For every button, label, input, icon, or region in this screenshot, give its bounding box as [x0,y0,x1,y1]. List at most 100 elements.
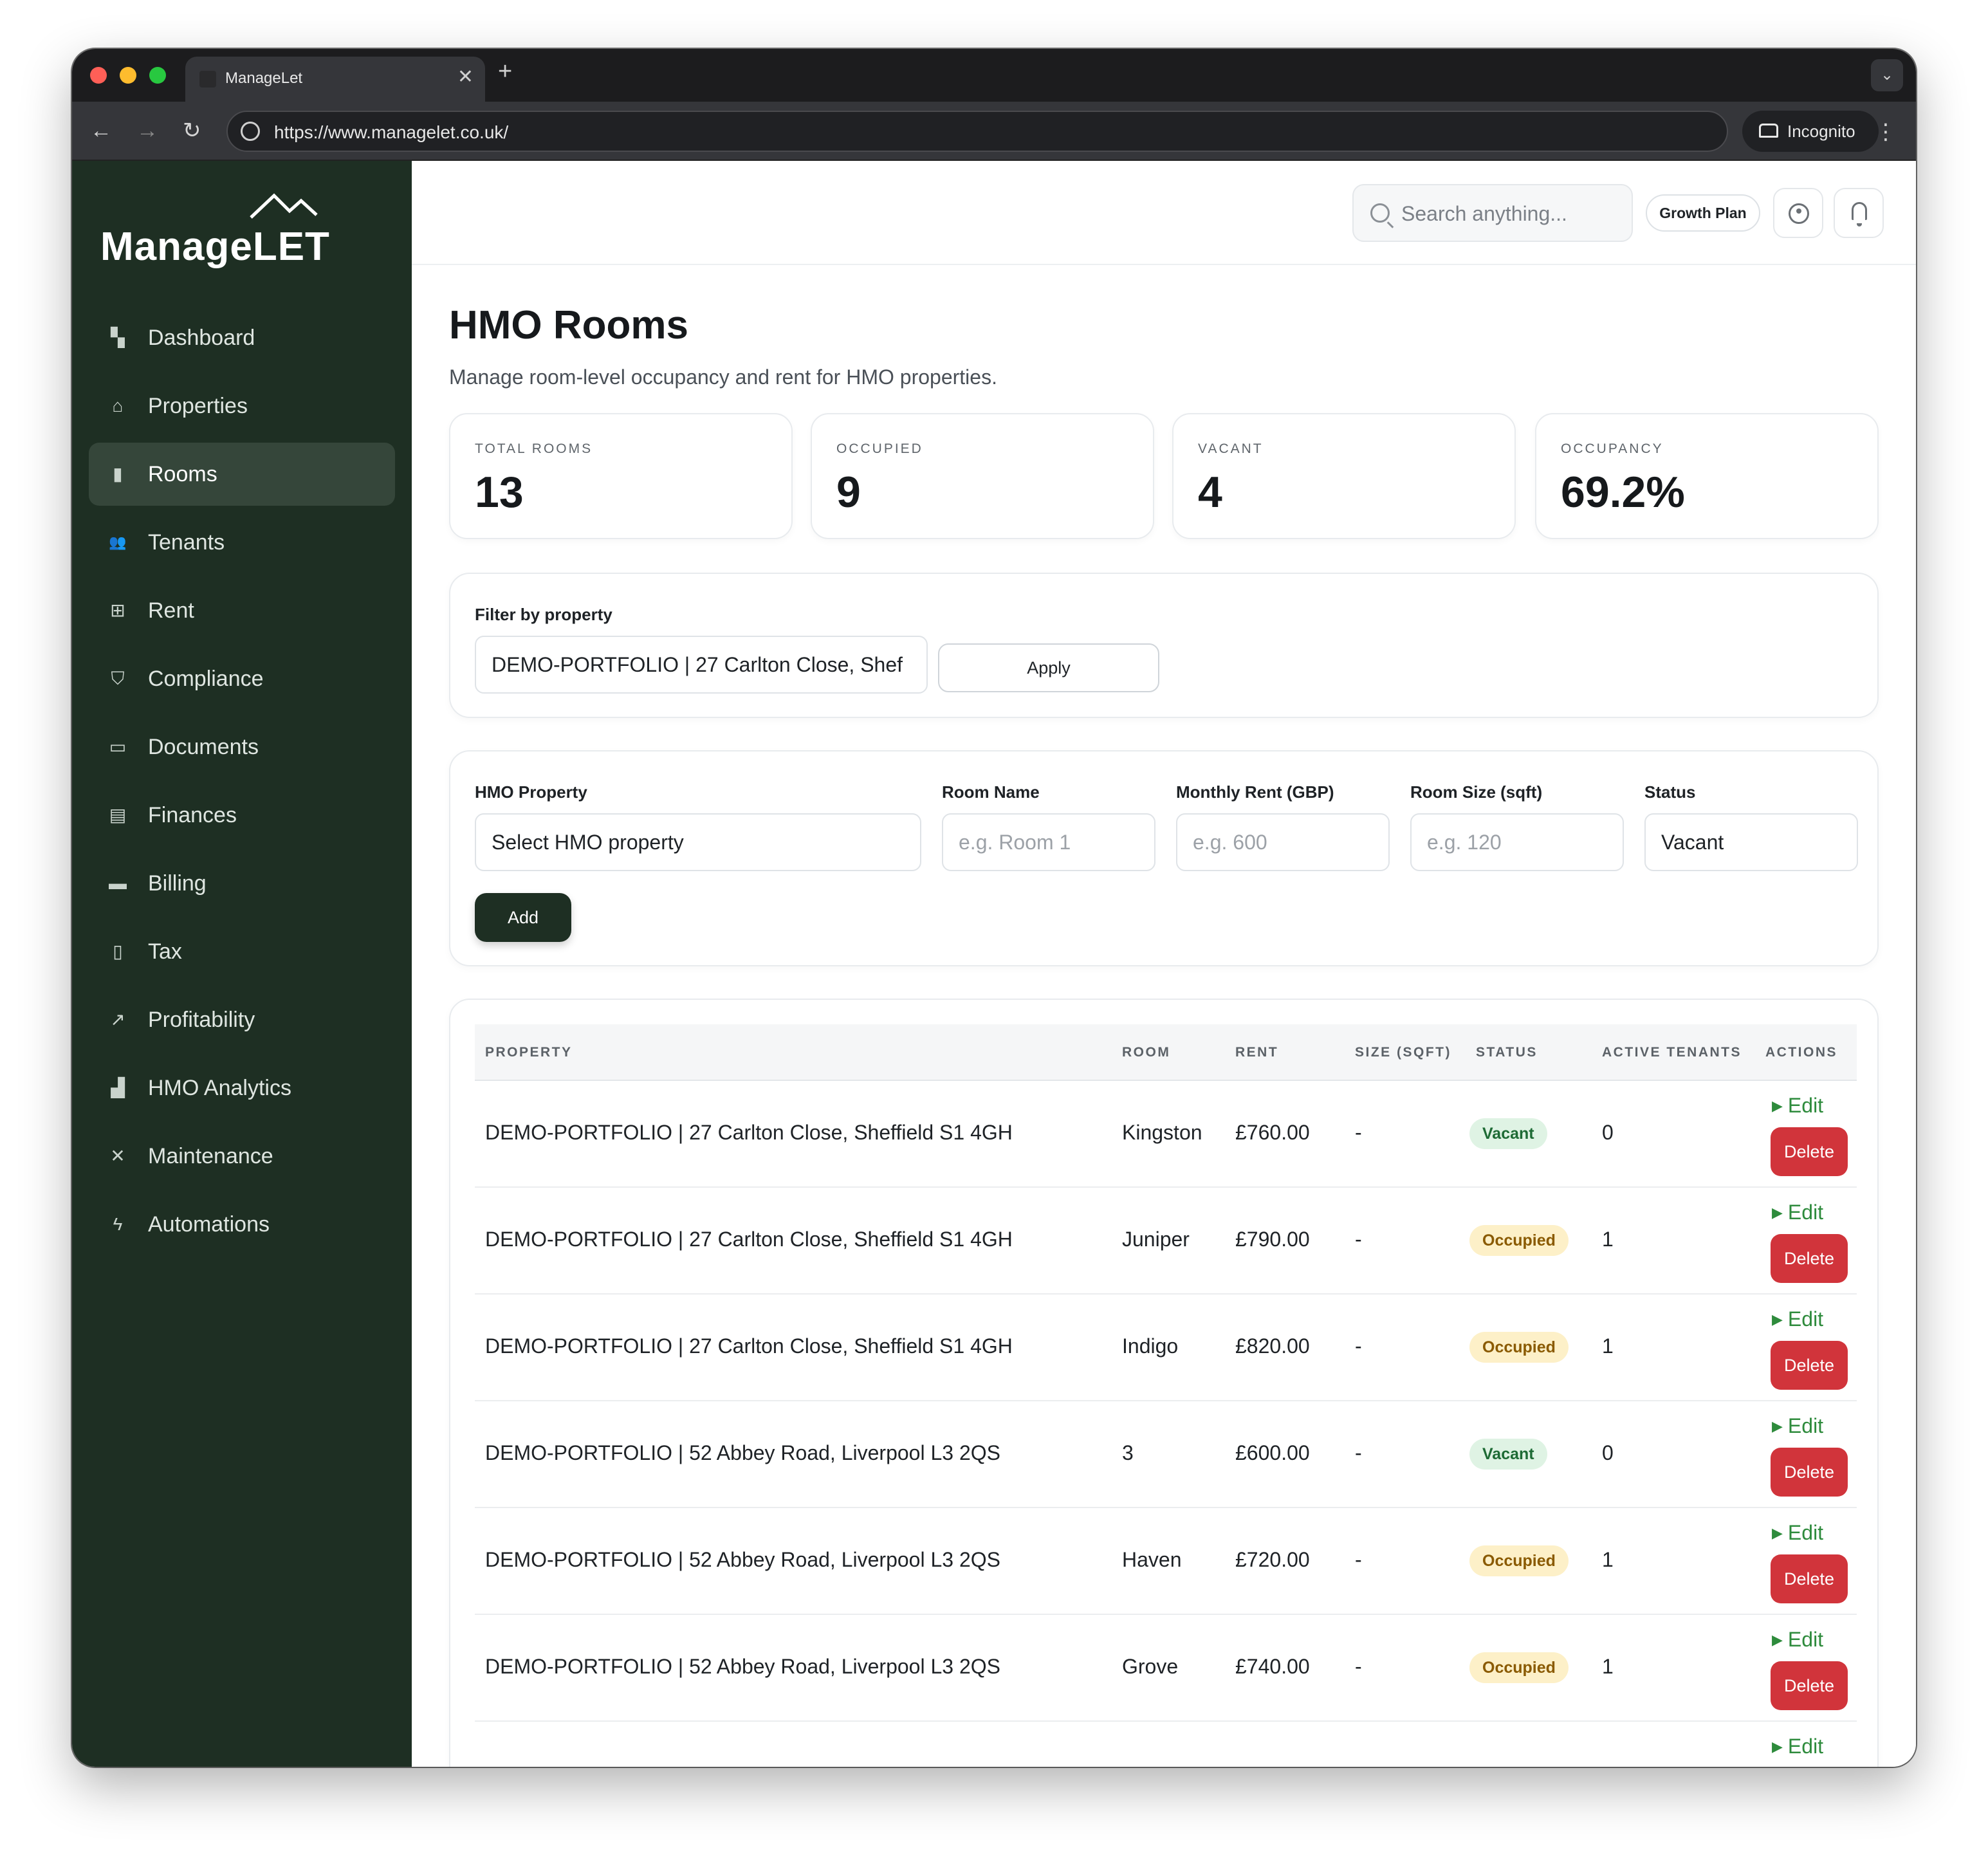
tab-close-icon[interactable]: ✕ [457,66,474,88]
cell-room: Grove [1122,1655,1179,1678]
filter-property-select[interactable]: DEMO-PORTFOLIO | 27 Carlton Close, Shef [475,636,928,694]
incognito-badge[interactable]: Incognito [1742,111,1879,152]
sidebar-item-documents[interactable]: ▭ Documents [89,715,395,779]
stat-label: OCCUPANCY [1561,441,1664,456]
sidebar-item-automations[interactable]: ϟ Automations [89,1193,395,1256]
sidebar-item-label: Rent [148,598,194,623]
play-triangle-icon: ▶ [1772,1098,1783,1114]
page-title: HMO Rooms [449,303,688,347]
table-row: DEMO-PORTFOLIO | 27 Carlton Close, Sheff… [475,1188,1857,1295]
edit-link[interactable]: ▶ Edit [1772,1628,1823,1652]
edit-link[interactable]: ▶ Edit [1772,1094,1823,1118]
sidebar-item-label: Dashboard [148,326,255,350]
sidebar-item-compliance[interactable]: ⛉ Compliance [89,647,395,710]
table-row-partial: ▶ Edit [475,1722,1857,1767]
sidebar-item-billing[interactable]: ▬ Billing [89,852,395,915]
maximize-window-button[interactable] [149,67,166,84]
sidebar-item-label: Compliance [148,667,264,691]
sidebar-item-hmo-analytics[interactable]: ▟ HMO Analytics [89,1056,395,1120]
shield-icon: ⛉ [111,668,125,688]
edit-link[interactable]: ▶ Edit [1772,1414,1823,1438]
cell-room: Juniper [1122,1228,1190,1251]
edit-label: Edit [1787,1414,1824,1437]
sidebar-item-finances[interactable]: ▤ Finances [89,784,395,847]
tab-search-chevron-icon[interactable]: ⌄ [1871,59,1903,91]
edit-label: Edit [1787,1094,1824,1117]
delete-button[interactable]: Delete [1771,1661,1848,1710]
edit-label: Edit [1787,1735,1824,1758]
tenants-icon: 👥 [109,534,127,550]
delete-button[interactable]: Delete [1771,1341,1848,1390]
main-content: Search anything... Growth Plan HMO Rooms… [412,161,1916,1767]
cell-active-tenants: 1 [1602,1548,1614,1571]
stat-card-occupied: OCCUPIED 9 [811,413,1154,539]
room-size-input[interactable]: e.g. 120 [1410,813,1624,871]
cell-size: - [1355,1228,1362,1251]
minimize-window-button[interactable] [120,67,136,84]
url-bar[interactable]: https://www.managelet.co.uk/ [226,111,1728,152]
browser-tab[interactable]: ManageLet ✕ [185,57,485,102]
add-room-button[interactable]: Add [475,893,571,942]
cell-room: 3 [1122,1441,1134,1464]
table-row: DEMO-PORTFOLIO | 52 Abbey Road, Liverpoo… [475,1615,1857,1722]
cell-property: DEMO-PORTFOLIO | 27 Carlton Close, Sheff… [485,1121,1013,1144]
reload-icon[interactable]: ↻ [183,115,201,147]
edit-link[interactable]: ▶ Edit [1772,1735,1823,1758]
status-badge: Occupied [1469,1545,1569,1576]
status-badge: Vacant [1469,1118,1547,1149]
sidebar-item-properties[interactable]: ⌂ Properties [89,374,395,438]
monthly-rent-input[interactable]: e.g. 600 [1176,813,1390,871]
sidebar-item-dashboard[interactable]: ▚ Dashboard [89,306,395,369]
delete-button[interactable]: Delete [1771,1127,1848,1176]
close-window-button[interactable] [90,67,107,84]
cell-rent: £600.00 [1235,1441,1310,1464]
sidebar-item-rent[interactable]: ⊞ Rent [89,579,395,642]
cell-size: - [1355,1121,1362,1144]
search-input[interactable]: Search anything... [1352,184,1633,242]
cell-room: Kingston [1122,1121,1202,1144]
column-header-rent: RENT [1235,1045,1279,1060]
edit-link[interactable]: ▶ Edit [1772,1307,1823,1331]
sidebar-item-profitability[interactable]: ↗ Profitability [89,988,395,1051]
cell-rent: £720.00 [1235,1548,1310,1571]
delete-button[interactable]: Delete [1771,1448,1848,1497]
url-text: https://www.managelet.co.uk/ [274,122,509,142]
sidebar-item-label: Automations [148,1212,270,1237]
site-info-icon[interactable] [241,122,260,141]
delete-button[interactable]: Delete [1771,1234,1848,1283]
status-select[interactable]: Vacant [1644,813,1858,871]
hmo-property-select[interactable]: Select HMO property [475,813,921,871]
cell-rent: £760.00 [1235,1121,1310,1144]
sidebar-item-tax[interactable]: ▯ Tax [89,920,395,983]
cell-size: - [1355,1441,1362,1464]
new-tab-icon[interactable]: + [498,58,512,86]
sidebar-item-label: Properties [148,394,248,418]
sidebar-item-maintenance[interactable]: ✕ Maintenance [89,1125,395,1188]
sidebar-item-rooms[interactable]: ▮ Rooms [89,443,395,506]
play-triangle-icon: ▶ [1772,1204,1783,1221]
rent-icon: ⊞ [110,600,125,620]
cell-active-tenants: 1 [1602,1228,1614,1251]
edit-link[interactable]: ▶ Edit [1772,1201,1823,1224]
play-triangle-icon: ▶ [1772,1632,1783,1648]
account-button[interactable] [1773,188,1823,238]
more-menu-icon[interactable]: ⋮ [1875,116,1897,148]
table-row: DEMO-PORTFOLIO | 27 Carlton Close, Sheff… [475,1295,1857,1401]
incognito-label: Incognito [1787,122,1855,141]
delete-button[interactable]: Delete [1771,1554,1848,1603]
sidebar-item-label: Documents [148,735,259,759]
apply-button[interactable]: Apply [938,643,1159,692]
sidebar-item-tenants[interactable]: 👥 Tenants [89,511,395,574]
cell-rent: £790.00 [1235,1228,1310,1251]
plan-badge[interactable]: Growth Plan [1646,194,1760,232]
edit-link[interactable]: ▶ Edit [1772,1521,1823,1545]
forward-arrow-icon[interactable]: → [136,115,158,147]
sidebar-nav: ▚ Dashboard ⌂ Properties ▮ Rooms 👥 Tenan… [89,306,395,1261]
table-row: DEMO-PORTFOLIO | 52 Abbey Road, Liverpoo… [475,1508,1857,1615]
room-name-input[interactable]: e.g. Room 1 [942,813,1155,871]
back-arrow-icon[interactable]: ← [90,115,112,147]
logo[interactable]: ManageLET [100,192,332,275]
sidebar-item-label: HMO Analytics [148,1076,291,1100]
room-name-label: Room Name [942,782,1040,802]
notifications-button[interactable] [1834,188,1884,238]
